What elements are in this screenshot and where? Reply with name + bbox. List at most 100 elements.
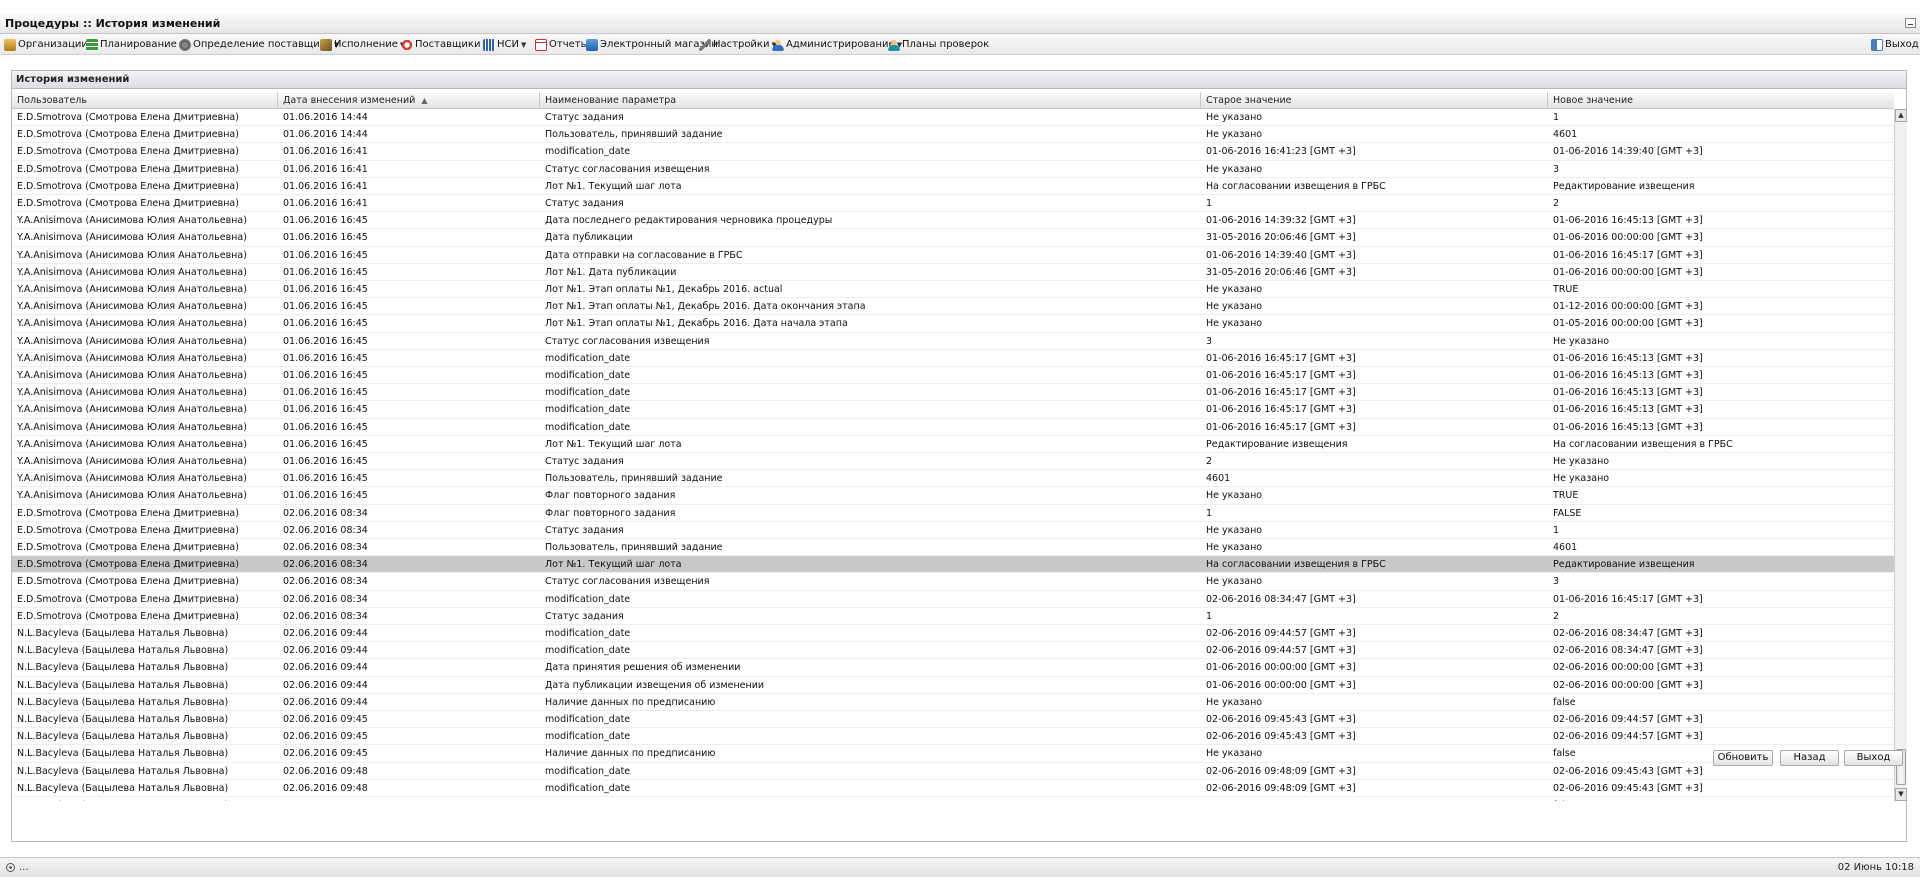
table-row[interactable]: N.L.Bacyleva (Бацылева Наталья Львовна)0… [12,659,1894,677]
cell-user: Y.A.Anisimova (Анисимова Юлия Анатольевн… [17,284,247,295]
menu-planning[interactable]: Планирование ▼ [86,37,184,52]
cell-old-value: Не указано [1206,318,1263,330]
table-row[interactable]: E.D.Smotrova (Смотрова Елена Дмитриевна)… [12,573,1894,591]
table-row[interactable]: E.D.Smotrova (Смотрова Елена Дмитриевна)… [12,539,1894,557]
cell-old-value: 02-06-2016 09:48:09 [GMT +3] [1206,765,1356,777]
menu-supplier-determination[interactable]: Определение поставщика ▼ [179,37,339,52]
cell-old-value: 01-06-2016 14:39:40 [GMT +3] [1206,249,1356,261]
refresh-button[interactable]: Обновить [1713,750,1773,766]
table-row[interactable]: Y.A.Anisimova (Анисимова Юлия Анатольевн… [12,384,1894,402]
cell-parameter: Лот №1. Текущий шаг лота [545,438,682,450]
table-row[interactable]: E.D.Smotrova (Смотрова Елена Дмитриевна)… [12,608,1894,625]
cell-parameter: modification_date [545,731,631,743]
menu-organizations-label: Организации [18,39,88,50]
tools-icon [320,38,332,51]
table-row[interactable]: E.D.Smotrova (Смотрова Елена Дмитриевна)… [12,195,1894,213]
table-row[interactable]: N.L.Bacyleva (Бацылева Наталья Львовна)0… [12,763,1894,780]
cell-old-value: 01-06-2016 14:39:32 [GMT +3] [1206,215,1356,227]
table-row[interactable]: N.L.Bacyleva (Бацылева Наталья Львовна)0… [12,728,1894,746]
cell-old-value: 02-06-2016 09:45:43 [GMT +3] [1206,714,1356,725]
menu-inspection-plans[interactable]: Планы проверок [888,37,989,52]
cell-new-value: 01-06-2016 16:45:13 [GMT +3] [1553,421,1703,433]
cell-date: 02.06.2016 08:34 [283,593,368,605]
menu-administration[interactable]: Администрирование ▼ [772,37,902,52]
column-header-new-value[interactable]: Новое значение [1548,92,1894,109]
table-row[interactable]: N.L.Bacyleva (Бацылева Наталья Львовна)0… [12,694,1894,711]
table-row[interactable]: N.L.Bacyleva (Бацылева Наталья Львовна)0… [12,642,1894,660]
cell-parameter: Статус задания [545,112,624,123]
table-row[interactable]: Y.A.Anisimova (Анисимова Юлия Анатольевн… [12,436,1894,453]
table-row[interactable]: Y.A.Anisimova (Анисимова Юлия Анатольевн… [12,419,1894,436]
table-row[interactable]: Y.A.Anisimova (Анисимова Юлия Анатольевн… [12,281,1894,299]
table-row[interactable]: Y.A.Anisimova (Анисимова Юлия Анатольевн… [12,264,1894,281]
table-row[interactable]: N.L.Bacyleva (Бацылева Наталья Львовна)0… [12,625,1894,643]
table-row[interactable]: Y.A.Anisimova (Анисимова Юлия Анатольевн… [12,315,1894,333]
table-row[interactable]: E.D.Smotrova (Смотрова Елена Дмитриевна)… [12,126,1894,144]
table-row[interactable]: E.D.Smotrova (Смотрова Елена Дмитриевна)… [12,161,1894,178]
table-row[interactable]: Y.A.Anisimova (Анисимова Юлия Анатольевн… [12,298,1894,316]
table-row[interactable]: N.L.Bacyleva (Бацылева Наталья Львовна)0… [12,797,1894,801]
vertical-scrollbar[interactable]: ▲ ▼ [1894,109,1907,801]
exit-button[interactable]: Выход [1844,750,1903,766]
cell-parameter: Дата публикации [545,232,633,244]
table-row[interactable]: Y.A.Anisimova (Анисимова Юлия Анатольевн… [12,401,1894,419]
menu-organizations[interactable]: Организации ▼ [4,37,95,52]
cell-parameter: Наличие данных по предписанию [545,748,716,760]
scroll-down-icon[interactable]: ▼ [1895,788,1907,801]
table-row[interactable]: Y.A.Anisimova (Анисимова Юлия Анатольевн… [12,487,1894,505]
cell-new-value: 01-06-2016 16:45:13 [GMT +3] [1553,215,1703,227]
menu-execution[interactable]: Исполнение ▼ [320,37,405,52]
cell-date: 01.06.2016 16:45 [283,456,368,467]
menu-reports[interactable]: Отчеты [535,37,588,52]
cell-user: E.D.Smotrova (Смотрова Елена Дмитриевна) [17,507,239,519]
menu-nsi[interactable]: НСИ ▼ [483,37,526,52]
back-button[interactable]: Назад [1780,750,1839,766]
table-row[interactable]: Y.A.Anisimova (Анисимова Юлия Анатольевн… [12,470,1894,488]
column-header-user[interactable]: Пользователь [12,92,278,109]
table-row[interactable]: E.D.Smotrova (Смотрова Елена Дмитриевна)… [12,556,1894,574]
column-header-parameter[interactable]: Наименование параметра [540,92,1201,109]
wrench-icon [699,38,711,51]
table-row[interactable]: E.D.Smotrova (Смотрова Елена Дмитриевна)… [12,109,1894,127]
cell-date: 02.06.2016 09:44 [283,679,368,691]
admin-user-icon [772,38,784,51]
cell-user: E.D.Smotrova (Смотрова Елена Дмитриевна) [17,180,239,192]
column-header-date[interactable]: Дата внесения изменений ▲ [278,92,540,109]
table-row[interactable]: N.L.Bacyleva (Бацылева Наталья Львовна)0… [12,780,1894,797]
minimize-icon[interactable] [1905,18,1916,28]
table-row[interactable]: N.L.Bacyleva (Бацылева Наталья Львовна)0… [12,745,1894,763]
cell-user: N.L.Bacyleva (Бацылева Наталья Львовна) [12,797,278,801]
cell-date: 01.06.2016 16:45 [283,284,368,295]
table-row[interactable]: Y.A.Anisimova (Анисимова Юлия Анатольевн… [12,247,1894,264]
column-header-user-label: Пользователь [17,95,87,106]
cell-date: 02.06.2016 09:44 [283,628,368,639]
status-left[interactable]: ... [6,862,29,873]
cell-new-value: 4601 [1553,129,1578,141]
menu-suppliers[interactable]: Поставщики ▼ [401,37,488,52]
cell-user: Y.A.Anisimova (Анисимова Юлия Анатольевн… [17,352,247,364]
cell-date: 01.06.2016 16:45 [283,370,368,381]
table-row[interactable]: Y.A.Anisimova (Анисимова Юлия Анатольевн… [12,229,1894,247]
exit-link[interactable]: Выход [1871,37,1919,52]
report-icon [535,38,547,51]
menu-settings[interactable]: Настройки ▼ [699,37,777,52]
table-row[interactable]: E.D.Smotrova (Смотрова Елена Дмитриевна)… [12,522,1894,539]
cell-parameter: modification_date [545,421,631,433]
table-row[interactable]: Y.A.Anisimova (Анисимова Юлия Анатольевн… [12,350,1894,367]
table-row[interactable]: Y.A.Anisimova (Анисимова Юлия Анатольевн… [12,453,1894,471]
cell-parameter: Пользователь, принявший задание [545,473,723,485]
table-row[interactable]: E.D.Smotrova (Смотрова Елена Дмитриевна)… [12,505,1894,522]
table-row[interactable]: Y.A.Anisimova (Анисимова Юлия Анатольевн… [12,367,1894,385]
scroll-up-icon[interactable]: ▲ [1895,109,1907,122]
cell-old-value: 4601 [1206,473,1231,485]
table-row[interactable]: N.L.Bacyleva (Бацылева Наталья Львовна)0… [12,677,1894,694]
table-row[interactable]: N.L.Bacyleva (Бацылева Наталья Львовна)0… [12,711,1894,729]
table-row[interactable]: E.D.Smotrova (Смотрова Елена Дмитриевна)… [12,178,1894,195]
table-row[interactable]: Y.A.Anisimova (Анисимова Юлия Анатольевн… [12,212,1894,230]
column-header-old-value[interactable]: Старое значение [1201,92,1548,109]
table-row[interactable]: Y.A.Anisimova (Анисимова Юлия Анатольевн… [12,333,1894,350]
cell-old-value: 02-06-2016 08:34:47 [GMT +3] [1206,593,1356,605]
table-row[interactable]: E.D.Smotrova (Смотрова Елена Дмитриевна)… [12,591,1894,608]
cell-date: 01.06.2016 16:41 [283,163,368,175]
table-row[interactable]: E.D.Smotrova (Смотрова Елена Дмитриевна)… [12,143,1894,161]
